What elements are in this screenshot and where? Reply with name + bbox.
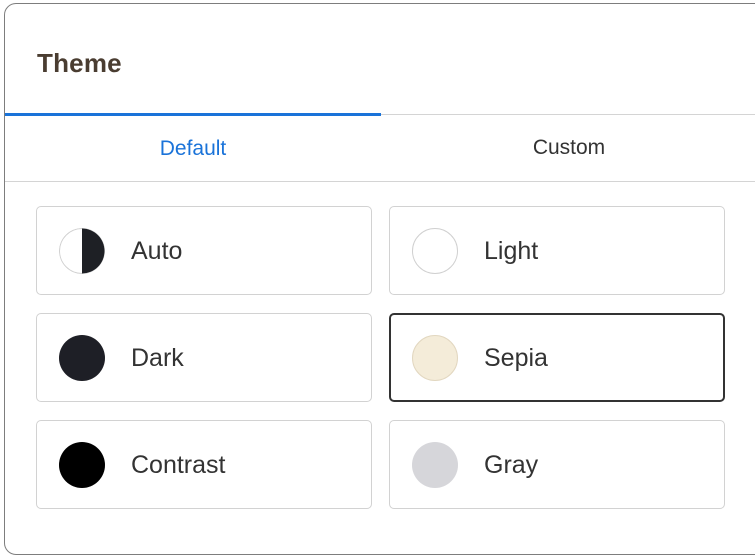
auto-swatch-icon xyxy=(59,228,105,274)
sepia-swatch-icon xyxy=(412,335,458,381)
theme-tabs: Default Custom xyxy=(5,113,755,182)
theme-option-gray[interactable]: Gray xyxy=(389,420,725,509)
theme-option-label: Gray xyxy=(484,451,539,479)
gray-swatch-icon xyxy=(412,442,458,488)
light-swatch-icon xyxy=(412,228,458,274)
tab-custom[interactable]: Custom xyxy=(381,114,755,181)
theme-option-light[interactable]: Light xyxy=(389,206,725,295)
theme-option-dark[interactable]: Dark xyxy=(36,313,372,402)
panel-title: Theme xyxy=(37,48,122,78)
dark-swatch-icon xyxy=(59,335,105,381)
theme-option-auto[interactable]: Auto xyxy=(36,206,372,295)
contrast-swatch-icon xyxy=(59,442,105,488)
theme-option-label: Light xyxy=(484,237,539,265)
theme-option-contrast[interactable]: Contrast xyxy=(36,420,372,509)
theme-panel: Theme Default Custom Auto Light Dark Sep… xyxy=(4,3,755,555)
tabs-divider xyxy=(5,181,755,182)
theme-option-label: Auto xyxy=(131,237,183,265)
theme-option-label: Dark xyxy=(131,344,184,372)
tab-default[interactable]: Default xyxy=(5,113,381,180)
theme-option-label: Sepia xyxy=(484,344,548,372)
theme-option-label: Contrast xyxy=(131,451,226,479)
theme-option-sepia[interactable]: Sepia xyxy=(389,313,725,402)
